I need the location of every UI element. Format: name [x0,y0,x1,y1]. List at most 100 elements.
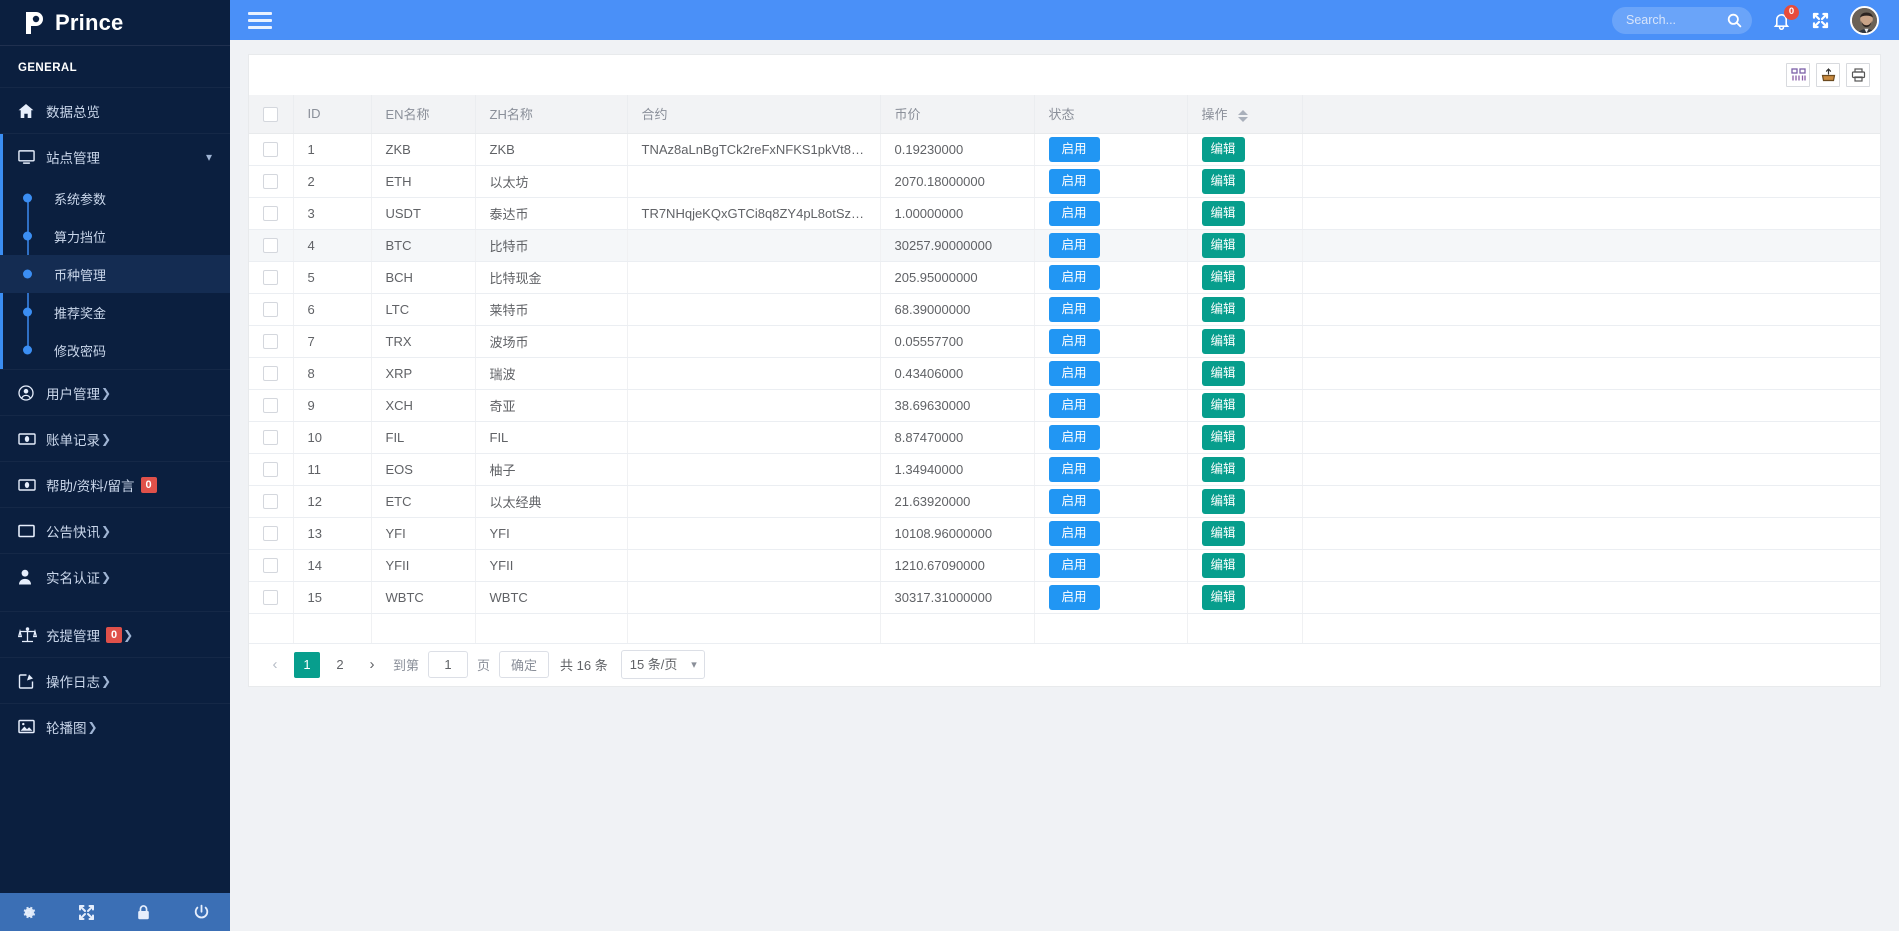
column-header-price[interactable]: 币价 [880,95,1035,134]
row-checkbox[interactable] [263,558,278,574]
pagination-confirm-button[interactable]: 确定 [499,651,550,678]
row-checkbox[interactable] [263,526,278,542]
sidebar-item-deposit-withdraw[interactable]: 充提管理 0 ❯ [0,611,230,657]
edit-button[interactable]: 编辑 [1201,584,1245,610]
pagination-prev-button[interactable]: ‹ [263,651,287,679]
status-button[interactable]: 启用 [1048,168,1100,194]
expand-icon[interactable] [58,904,116,921]
table-row[interactable]: 14 YFII YFII 1210.67090000 启用 编辑 [249,549,1880,582]
sidebar-item-carousel[interactable]: 轮播图 ❯ [0,703,230,749]
edit-button[interactable]: 编辑 [1201,488,1245,514]
edit-button[interactable]: 编辑 [1201,200,1245,226]
sidebar-subitem-referral-bonus[interactable]: 推荐奖金 [0,293,230,331]
lock-icon[interactable] [115,904,173,921]
sidebar-item-site-management[interactable]: 站点管理 ▾ [0,133,230,180]
edit-button[interactable]: 编辑 [1201,424,1245,450]
sidebar-item-dashboard[interactable]: 数据总览 [0,87,230,133]
status-button[interactable]: 启用 [1048,584,1100,610]
table-row[interactable]: 5 BCH 比特现金 205.95000000 启用 编辑 [249,261,1880,294]
page-size-select[interactable]: 15 条/页30 条/页50 条/页 [620,650,705,679]
table-row[interactable]: 3 USDT 泰达币 TR7NHqjeKQxGTCi8q8ZY4pL8otSzgjLj… [249,197,1880,230]
hamburger-icon[interactable] [248,8,272,33]
edit-button[interactable]: 编辑 [1201,552,1245,578]
table-row[interactable]: 1 ZKB ZKB TNAz8aLnBgTCk2reFxNFKS1pkVt86Bnf…… [249,133,1880,166]
export-icon[interactable] [1816,63,1840,87]
status-button[interactable]: 启用 [1048,488,1100,514]
sidebar-item-help-docs-messages[interactable]: 帮助/资料/留言 0 [0,461,230,507]
status-button[interactable]: 启用 [1048,136,1100,162]
sort-icon[interactable] [1238,109,1249,122]
row-checkbox[interactable] [263,334,278,350]
table-row[interactable]: 15 WBTC WBTC 30317.31000000 启用 编辑 [249,581,1880,614]
pagination-page-1[interactable]: 1 [294,651,320,678]
sidebar-subitem-change-password[interactable]: 修改密码 [0,331,230,369]
print-icon[interactable] [1846,63,1870,87]
edit-button[interactable]: 编辑 [1201,296,1245,322]
table-row[interactable]: 4 BTC 比特币 30257.90000000 启用 编辑 [249,229,1880,262]
table-row[interactable]: 8 XRP 瑞波 0.43406000 启用 编辑 [249,357,1880,390]
column-header-zh-name[interactable]: ZH名称 [475,95,628,134]
edit-button[interactable]: 编辑 [1201,264,1245,290]
gear-icon[interactable] [0,904,58,921]
expand-arrows-icon[interactable] [1811,11,1830,30]
search-box[interactable] [1612,6,1752,34]
row-checkbox[interactable] [263,494,278,510]
row-checkbox[interactable] [263,462,278,478]
notification-bell[interactable]: 0 [1772,4,1799,30]
edit-button[interactable]: 编辑 [1201,392,1245,418]
row-checkbox[interactable] [263,590,278,606]
edit-button[interactable]: 编辑 [1201,136,1245,162]
table-row[interactable]: 6 LTC 莱特币 68.39000000 启用 编辑 [249,293,1880,326]
row-checkbox[interactable] [263,238,278,254]
select-all-checkbox[interactable] [263,106,278,122]
table-row[interactable]: 2 ETH 以太坊 2070.18000000 启用 编辑 [249,165,1880,198]
status-button[interactable]: 启用 [1048,424,1100,450]
sidebar-subitem-hashrate-tier[interactable]: 算力挡位 [0,217,230,255]
table-row[interactable]: 10 FIL FIL 8.87470000 启用 编辑 [249,421,1880,454]
edit-button[interactable]: 编辑 [1201,520,1245,546]
row-checkbox[interactable] [263,270,278,286]
table-row[interactable]: 7 TRX 波场币 0.05557700 启用 编辑 [249,325,1880,358]
table-row[interactable]: 13 YFI YFI 10108.96000000 启用 编辑 [249,517,1880,550]
row-checkbox[interactable] [263,206,278,222]
row-checkbox[interactable] [263,302,278,318]
status-button[interactable]: 启用 [1048,328,1100,354]
table-row[interactable]: 12 ETC 以太经典 21.63920000 启用 编辑 [249,485,1880,518]
status-button[interactable]: 启用 [1048,392,1100,418]
status-button[interactable]: 启用 [1048,456,1100,482]
search-icon[interactable] [1727,13,1742,28]
pagination-goto-input[interactable] [428,651,469,678]
sidebar-subitem-currency-management[interactable]: 币种管理 [0,255,230,293]
row-checkbox[interactable] [263,398,278,414]
column-header-id[interactable]: ID [293,95,372,134]
status-button[interactable]: 启用 [1048,296,1100,322]
power-icon[interactable] [173,904,231,921]
status-button[interactable]: 启用 [1048,232,1100,258]
row-checkbox[interactable] [263,430,278,446]
sidebar-item-user-management[interactable]: 用户管理 ❯ [0,369,230,415]
sidebar-item-announcements[interactable]: 公告快讯 ❯ [0,507,230,553]
row-checkbox[interactable] [263,366,278,382]
table-row[interactable]: 11 EOS 柚子 1.34940000 启用 编辑 [249,453,1880,486]
status-button[interactable]: 启用 [1048,552,1100,578]
edit-button[interactable]: 编辑 [1201,360,1245,386]
column-header-action[interactable]: 操作 [1187,95,1303,134]
status-button[interactable]: 启用 [1048,360,1100,386]
column-header-status[interactable]: 状态 [1034,95,1188,134]
pagination-page-2[interactable]: 2 [327,652,353,678]
brand[interactable]: Prince [0,0,230,46]
row-checkbox[interactable] [263,174,278,190]
sidebar-subitem-system-params[interactable]: 系统参数 [0,179,230,217]
status-button[interactable]: 启用 [1048,200,1100,226]
table-row[interactable]: 9 XCH 奇亚 38.69630000 启用 编辑 [249,389,1880,422]
status-button[interactable]: 启用 [1048,520,1100,546]
column-header-en-name[interactable]: EN名称 [371,95,476,134]
edit-button[interactable]: 编辑 [1201,232,1245,258]
pagination-next-button[interactable]: › [360,651,384,679]
avatar[interactable] [1850,5,1879,35]
edit-button[interactable]: 编辑 [1201,168,1245,194]
sidebar-item-identity-verification[interactable]: 实名认证 ❯ [0,553,230,599]
search-input[interactable] [1626,13,1727,27]
status-button[interactable]: 启用 [1048,264,1100,290]
edit-button[interactable]: 编辑 [1201,456,1245,482]
